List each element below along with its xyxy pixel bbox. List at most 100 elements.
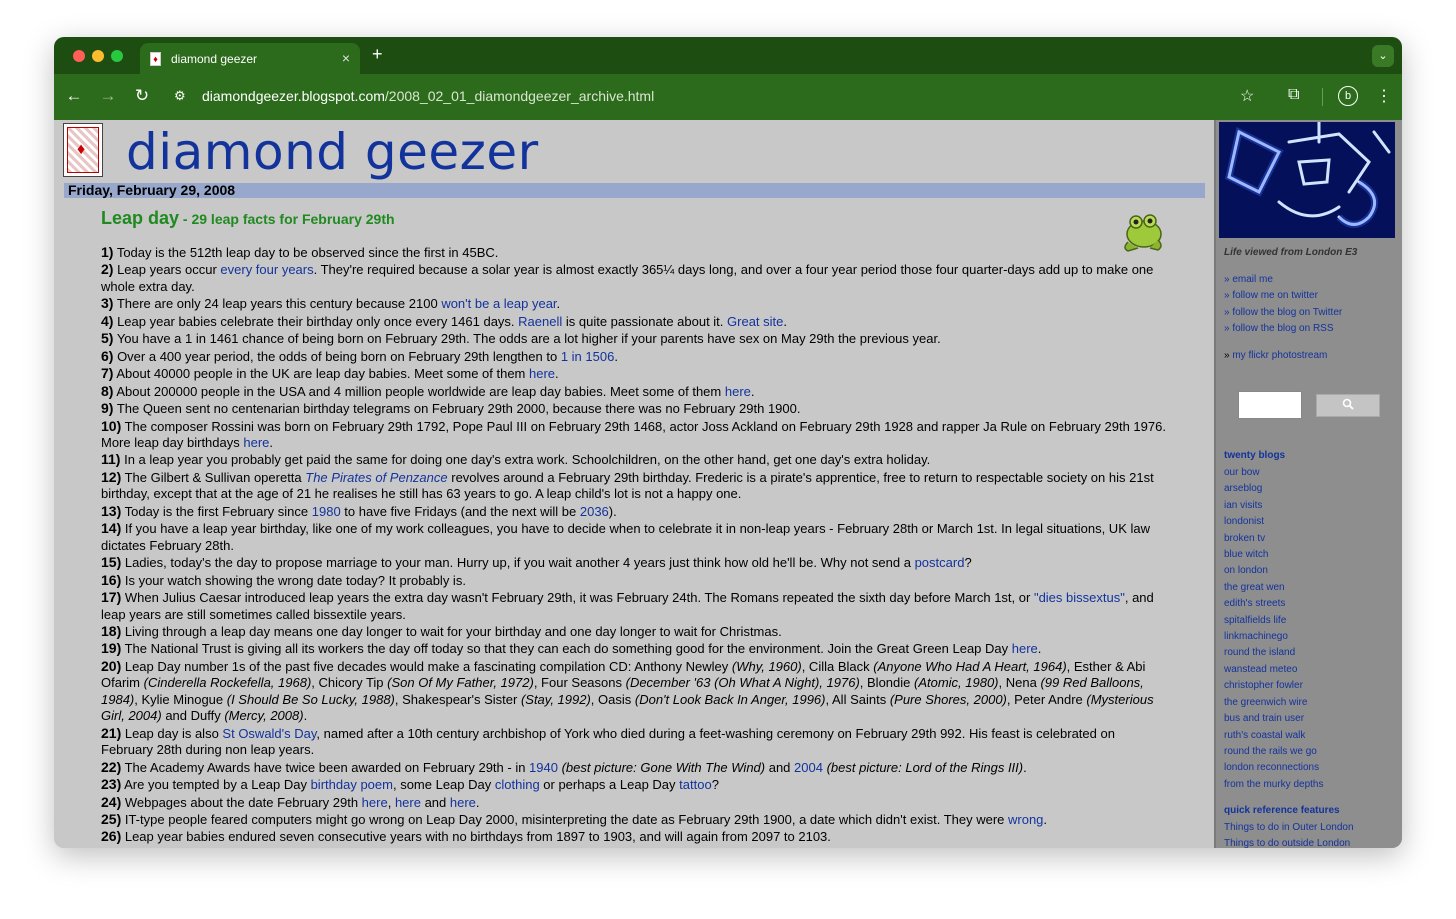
site-info-icon[interactable]: ⚙ bbox=[174, 88, 186, 104]
sidebar-link[interactable]: linkmachinego bbox=[1224, 629, 1323, 645]
post-link[interactable]: here bbox=[243, 435, 269, 450]
post-link[interactable]: clothing bbox=[495, 777, 540, 792]
fact-text: Is your watch showing the wrong date tod… bbox=[121, 572, 466, 588]
post-link[interactable]: 1980 bbox=[312, 504, 341, 519]
leap-fact: 11) In a leap year you probably get paid… bbox=[101, 451, 1167, 468]
fact-text: ? bbox=[964, 555, 972, 571]
fact-text: . bbox=[303, 708, 308, 724]
fact-text: . bbox=[475, 794, 480, 810]
forward-icon[interactable]: → bbox=[98, 86, 118, 106]
sidebar-link[interactable]: arseblog bbox=[1224, 481, 1323, 497]
post-link[interactable]: birthday poem bbox=[311, 777, 393, 792]
sidebar-link[interactable]: Things to do outside London bbox=[1224, 836, 1354, 848]
sidebar-link[interactable]: londonist bbox=[1224, 514, 1323, 530]
sidebar-link[interactable]: broken tv bbox=[1224, 531, 1323, 547]
twenty-blogs-list: our bow arseblog ian visits londonist broken… bbox=[1224, 465, 1323, 793]
sidebar-link[interactable]: bus and train user bbox=[1224, 711, 1323, 727]
kebab-menu-icon[interactable]: ⋮ bbox=[1376, 86, 1392, 106]
post-link[interactable]: The Pirates of Penzance bbox=[305, 470, 447, 485]
sidebar-link[interactable]: edith's streets bbox=[1224, 596, 1323, 612]
maximize-window-button[interactable] bbox=[111, 50, 123, 62]
post-link[interactable]: 1940 bbox=[529, 760, 558, 775]
star-icon[interactable]: ☆ bbox=[1240, 86, 1254, 106]
fact-text: . bbox=[555, 366, 559, 382]
sidebar-link[interactable]: christopher fowler bbox=[1224, 678, 1323, 694]
blog-title[interactable]: diamond geezer bbox=[126, 123, 539, 181]
sidebar-link[interactable]: our bow bbox=[1224, 465, 1323, 481]
sidebar-link[interactable]: ruth's coastal walk bbox=[1224, 728, 1323, 744]
fact-text: (Mercy, 2008) bbox=[224, 708, 304, 724]
fact-text: Are you tempted by a Leap Day bbox=[121, 777, 311, 793]
sidebar-link[interactable]: round the rails we go bbox=[1224, 744, 1323, 760]
post-link[interactable]: tattoo bbox=[679, 777, 712, 792]
post-link[interactable]: here bbox=[362, 795, 388, 810]
fact-text: (Pure Shores, 2000) bbox=[889, 691, 1007, 707]
post-link[interactable]: here bbox=[395, 795, 421, 810]
sidebar-link[interactable]: » follow the blog on RSS bbox=[1224, 321, 1342, 337]
sidebar-link[interactable]: on london bbox=[1224, 563, 1323, 579]
post-link[interactable]: won't be a leap year bbox=[441, 296, 556, 311]
sidebar-link[interactable]: ian visits bbox=[1224, 498, 1323, 514]
post-link[interactable]: here bbox=[1012, 641, 1038, 656]
post-link[interactable]: 2036 bbox=[580, 504, 609, 519]
fact-number: 24) bbox=[101, 793, 122, 810]
fact-number: 12) bbox=[101, 468, 122, 485]
post-link[interactable]: "dies bissextus" bbox=[1034, 590, 1125, 605]
search-button[interactable] bbox=[1316, 394, 1380, 417]
fact-text: to have five Fridays (and the next will … bbox=[340, 503, 580, 519]
new-tab-button[interactable]: + bbox=[372, 44, 383, 65]
leap-fact: 27) Every leap year the town of Antony o… bbox=[101, 846, 1167, 848]
playing-card-logo-icon[interactable]: ♦ bbox=[63, 123, 103, 177]
fact-text: Every leap year the town of Antony on th… bbox=[121, 847, 567, 848]
post-link[interactable]: 1 in 1506 bbox=[561, 349, 615, 364]
sidebar-link[interactable]: » follow the blog on Twitter bbox=[1224, 305, 1342, 321]
back-icon[interactable]: ← bbox=[64, 86, 84, 106]
sidebar-link[interactable]: the great wen bbox=[1224, 580, 1323, 596]
sidebar-link[interactable]: » follow me on twitter bbox=[1224, 288, 1342, 304]
fact-number: 25) bbox=[101, 810, 122, 827]
tab-list-icon[interactable]: ⌄ bbox=[1372, 45, 1394, 67]
post-link[interactable]: Leap Year Festival bbox=[568, 847, 675, 848]
sidebar-link[interactable]: Things to do in Outer London bbox=[1224, 820, 1354, 836]
profile-icon[interactable]: b bbox=[1338, 86, 1358, 106]
fact-number: 10) bbox=[101, 417, 122, 434]
leap-fact: 8) About 200000 people in the USA and 4 … bbox=[101, 383, 1167, 400]
post-link[interactable]: here bbox=[529, 366, 555, 381]
post-link[interactable]: wrong bbox=[1008, 812, 1043, 827]
leap-fact: 24) Webpages about the date February 29t… bbox=[101, 794, 1167, 811]
post-link[interactable]: here bbox=[450, 795, 476, 810]
post-link[interactable]: every four years bbox=[220, 262, 313, 277]
post-link[interactable]: St Oswald's Day bbox=[222, 726, 316, 741]
search-input[interactable] bbox=[1238, 391, 1302, 419]
sidebar-link[interactable]: round the island bbox=[1224, 645, 1323, 661]
quick-reference-list: Things to do in Outer London Things to do… bbox=[1224, 820, 1354, 848]
sidebar-link[interactable]: spitalfields life bbox=[1224, 613, 1323, 629]
post-link[interactable]: here bbox=[725, 384, 751, 399]
flickr-link[interactable]: » my flickr photostream bbox=[1224, 350, 1327, 361]
post-link[interactable]: Raenell bbox=[518, 314, 562, 329]
twenty-blogs-heading: twenty blogs bbox=[1224, 450, 1286, 461]
sidebar-link[interactable]: wanstead meteo bbox=[1224, 662, 1323, 678]
post-link[interactable]: postcard bbox=[915, 555, 965, 570]
address-bar[interactable]: diamondgeezer.blogspot.com/2008_02_01_di… bbox=[202, 88, 654, 104]
sidebar-link[interactable]: london reconnections bbox=[1224, 760, 1323, 776]
fact-text: . bbox=[783, 313, 788, 329]
close-window-button[interactable] bbox=[73, 50, 85, 62]
sidebar-link[interactable]: from the murky depths bbox=[1224, 777, 1323, 793]
post-link[interactable]: 2004 bbox=[794, 760, 823, 775]
tab-diamond-geezer[interactable]: ♦ diamond geezer × bbox=[140, 43, 360, 74]
fact-text: (I Should Be So Lucky, 1988) bbox=[226, 691, 395, 707]
leap-fact: 16) Is your watch showing the wrong date… bbox=[101, 572, 1167, 589]
minimize-window-button[interactable] bbox=[92, 50, 104, 62]
reload-icon[interactable]: ↻ bbox=[132, 86, 152, 106]
tab-title: diamond geezer bbox=[171, 52, 258, 66]
post-link[interactable]: Great site bbox=[727, 314, 783, 329]
extensions-icon[interactable]: ⧉ bbox=[1288, 86, 1299, 104]
leap-fact: 14) If you have a leap year birthday, li… bbox=[101, 520, 1167, 554]
sidebar-link[interactable]: » email me bbox=[1224, 272, 1342, 288]
sidebar-link[interactable]: blue witch bbox=[1224, 547, 1323, 563]
sidebar-link[interactable]: the greenwich wire bbox=[1224, 695, 1323, 711]
tab-close-button[interactable]: × bbox=[342, 50, 350, 66]
leap-fact: 7) About 40000 people in the UK are leap… bbox=[101, 365, 1167, 382]
fact-text: , bbox=[387, 794, 395, 810]
